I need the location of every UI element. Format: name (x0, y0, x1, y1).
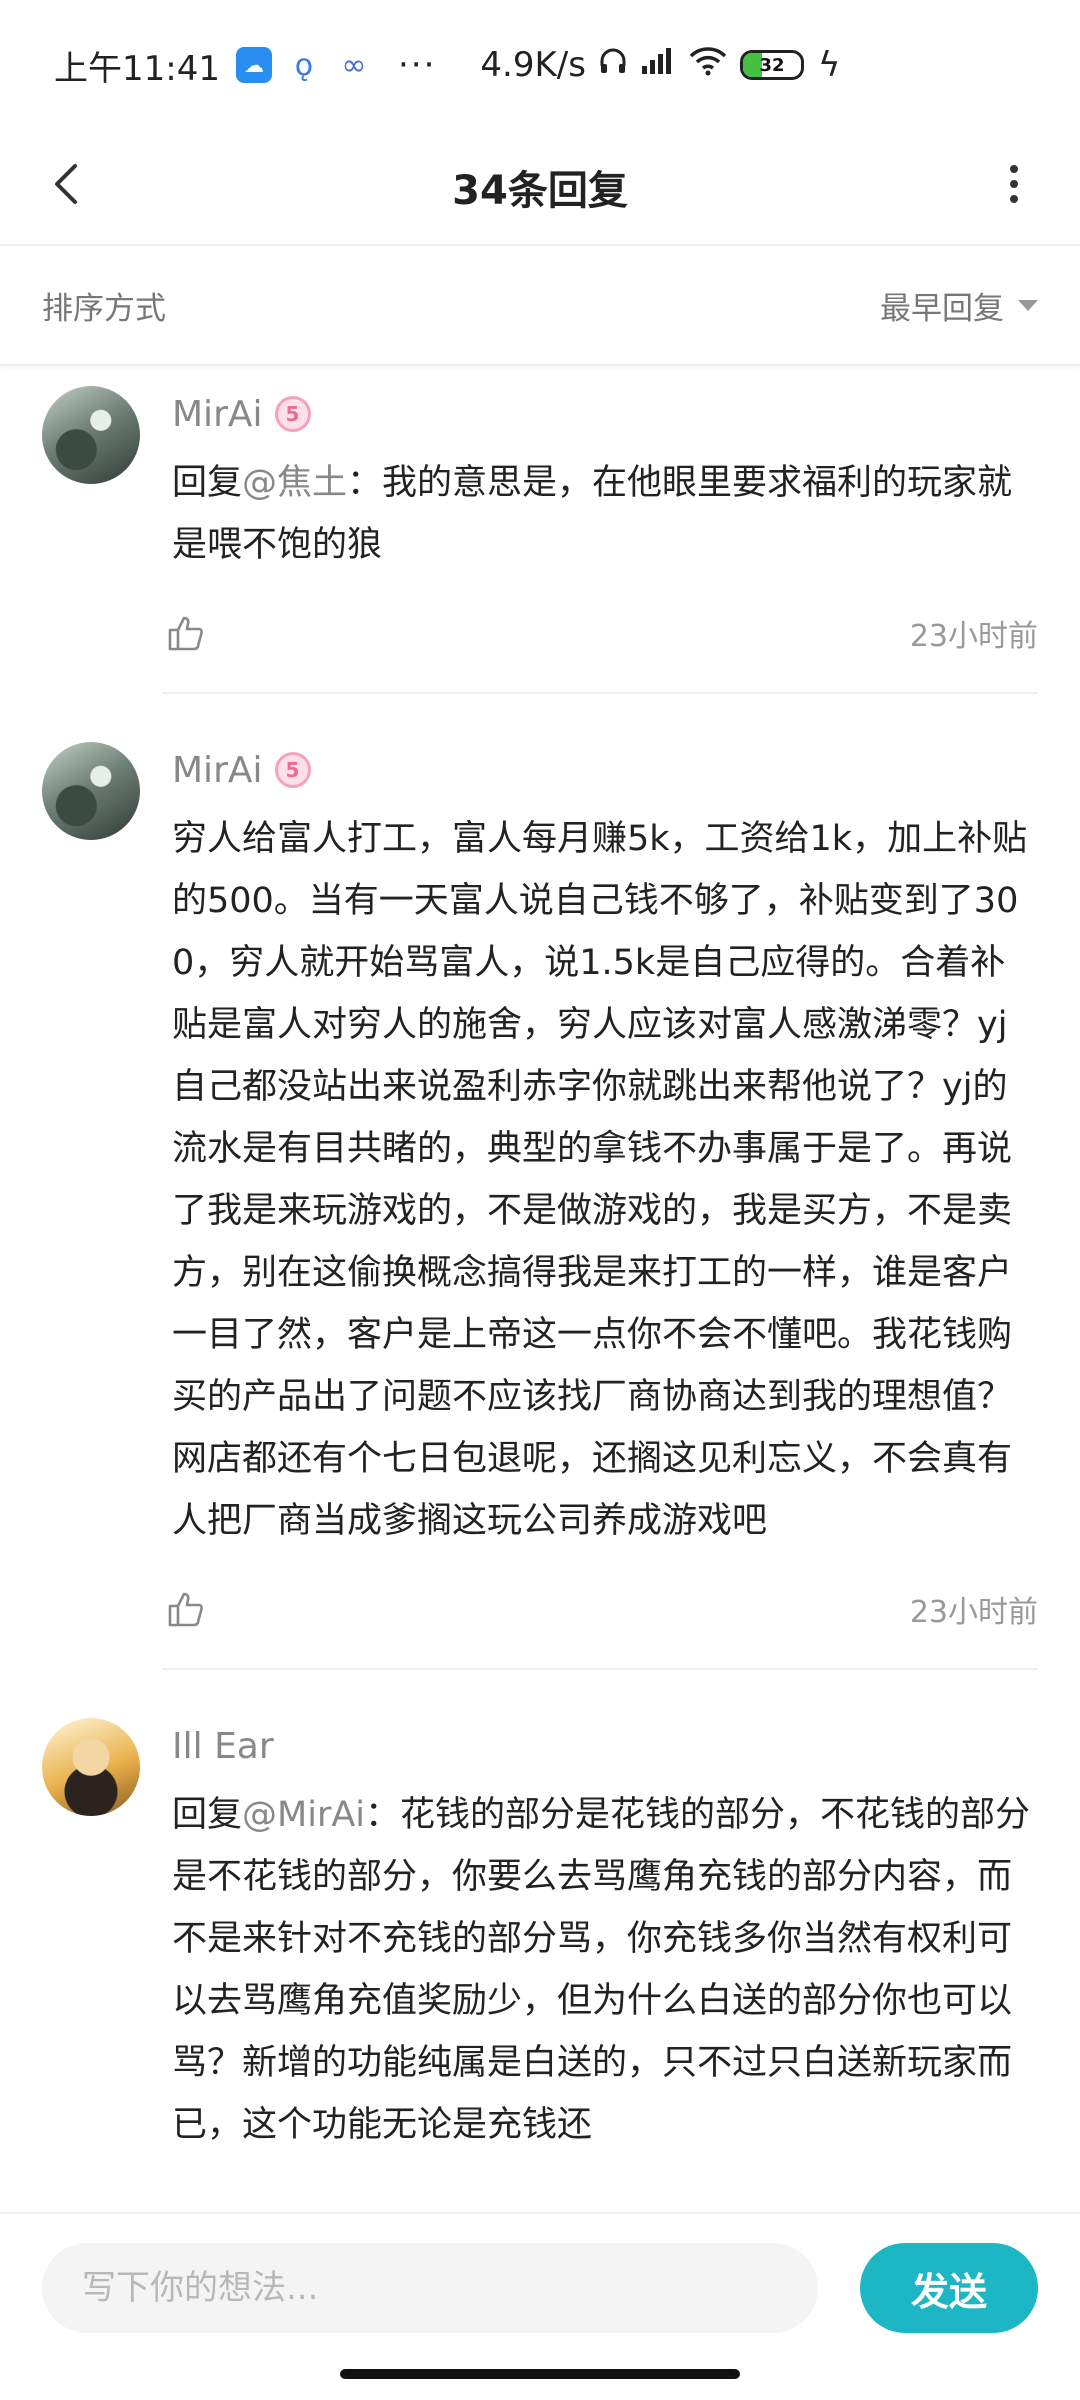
home-indicator[interactable] (340, 2369, 740, 2379)
comment-input-bar: 发送 (0, 2212, 1080, 2362)
status-bar: 上午11:41 ☁ ǫ ∞ ··· 4.9K/s 32 ϟ (0, 0, 1080, 130)
comment-header: MirAi 5 (172, 744, 1038, 796)
comment-list[interactable]: MirAi 5 回复@焦土：我的意思是，在他眼里要求福利的玩家就是喂不饱的狼 2… (0, 368, 1080, 2212)
like-button[interactable] (166, 611, 210, 655)
thumbs-up-icon (168, 1592, 203, 1627)
chevron-left-icon (55, 164, 77, 204)
comment-body: 穷人给富人打工，富人每月赚5k，工资给1k，加上补贴的500。当有一天富人说自己… (172, 819, 1028, 1541)
charging-icon: ϟ (817, 45, 841, 85)
comment-body: ：花钱的部分是花钱的部分，不花钱的部分是不花钱的部分，你要么去骂鹰角充钱的部分内… (172, 1795, 1031, 2145)
status-time: 上午11:41 (54, 48, 220, 89)
wifi-icon (688, 46, 728, 84)
comment-time: 23小时前 (909, 1595, 1038, 1630)
avatar[interactable] (42, 742, 140, 840)
username[interactable]: MirAi (172, 394, 263, 435)
avatar[interactable] (42, 386, 140, 484)
link-app-icon: ∞ (341, 47, 367, 83)
page-title: 34条回复 (452, 168, 628, 214)
comment-text: 穷人给富人打工，富人每月赚5k，工资给1k，加上补贴的500。当有一天富人说自己… (172, 808, 1038, 1552)
network-speed: 4.9K/s (480, 45, 586, 85)
username[interactable]: MirAi (172, 750, 263, 791)
level-badge-icon: 5 (274, 752, 311, 788)
comment-time: 23小时前 (909, 619, 1038, 654)
sort-dropdown[interactable]: 最早回复 (880, 283, 1038, 328)
sort-selected: 最早回复 (880, 290, 1004, 327)
reply-prefix: 回复 (172, 463, 243, 503)
top-app-bar: 34条回复 (0, 130, 1080, 246)
comment-header: MirAi 5 (172, 388, 1038, 440)
reply-prefix: 回复 (172, 1795, 243, 1835)
caret-down-icon (1018, 299, 1038, 311)
battery-icon: 32 (739, 50, 804, 80)
comment-item: Ill Ear 回复@MirAi：花钱的部分是花钱的部分，不花钱的部分是不花钱的… (0, 1670, 1080, 2156)
comment-item: MirAi 5 回复@焦土：我的意思是，在他眼里要求福利的玩家就是喂不饱的狼 2… (0, 368, 1080, 694)
username[interactable]: Ill Ear (172, 1726, 274, 1767)
more-options-button[interactable] (984, 154, 1044, 214)
cloud-app-icon: ☁ (235, 47, 272, 83)
headphones-icon (598, 46, 628, 84)
comment-footer: 23小时前 (168, 1572, 1038, 1646)
thumbs-up-icon (168, 616, 203, 651)
sort-label: 排序方式 (42, 290, 166, 327)
back-button[interactable] (36, 154, 96, 214)
avatar[interactable] (42, 1718, 140, 1816)
q-app-icon: ǫ (294, 47, 314, 83)
comment-item: MirAi 5 穷人给富人打工，富人每月赚5k，工资给1k，加上补贴的500。当… (0, 694, 1080, 1670)
send-button[interactable]: 发送 (860, 2243, 1038, 2333)
mention-link[interactable]: @MirAi (242, 1795, 365, 1835)
like-button[interactable] (166, 1587, 210, 1631)
comment-footer: 23小时前 (168, 596, 1038, 670)
battery-level: 32 (759, 54, 785, 76)
comment-text: 回复@焦土：我的意思是，在他眼里要求福利的玩家就是喂不饱的狼 (172, 452, 1038, 576)
sort-bar: 排序方式 最早回复 (0, 246, 1080, 366)
more-notifications-icon: ··· (397, 45, 437, 85)
signal-icon (640, 46, 676, 84)
level-badge-icon: 5 (274, 396, 311, 432)
more-vertical-icon (1010, 165, 1018, 203)
comment-text: 回复@MirAi：花钱的部分是花钱的部分，不花钱的部分是不花钱的部分，你要么去骂… (172, 1784, 1038, 2156)
mention-link[interactable]: @焦土 (242, 463, 347, 503)
comment-header: Ill Ear (172, 1720, 1038, 1772)
comment-input[interactable] (42, 2243, 818, 2333)
